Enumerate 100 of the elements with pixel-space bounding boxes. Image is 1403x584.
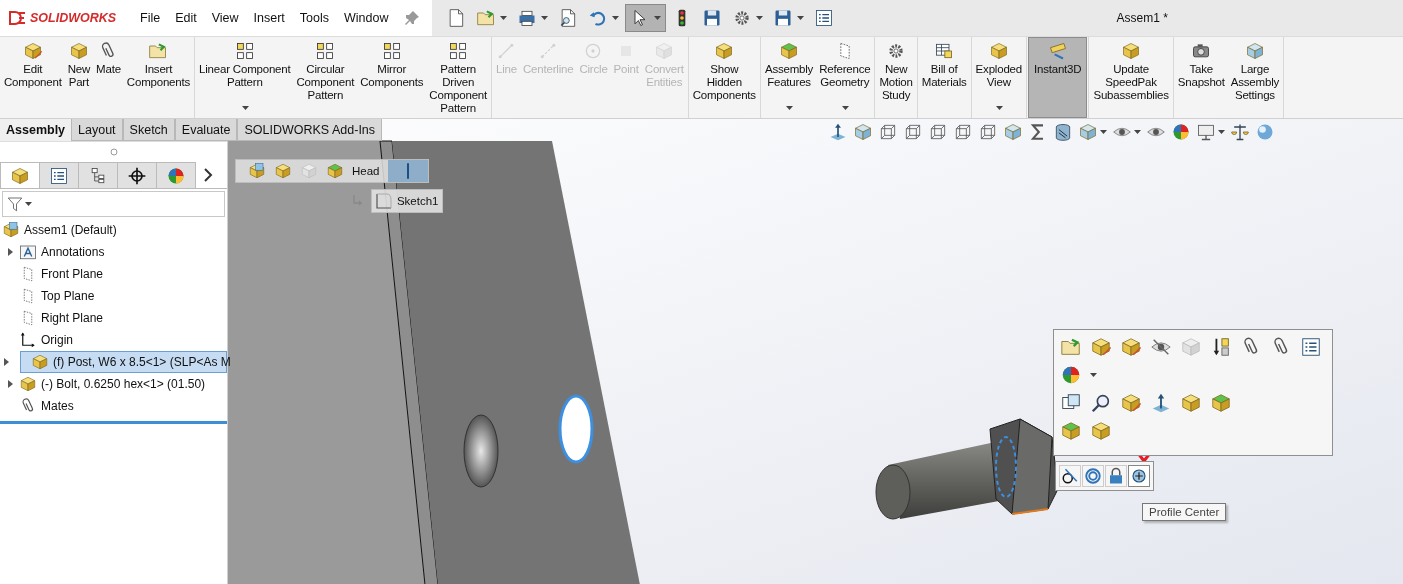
menu-item[interactable]: Edit — [175, 11, 197, 25]
assembly-icon[interactable] — [248, 162, 266, 180]
tree-item[interactable]: Mates — [41, 399, 74, 413]
command-tab[interactable]: Layout — [71, 119, 123, 141]
ribbon-button[interactable]: Insert Components — [123, 37, 194, 118]
dim-xpert-tab[interactable] — [117, 162, 157, 188]
ribbon-button[interactable]: Bill of Materials — [918, 37, 970, 118]
display-manager-tab[interactable] — [156, 162, 196, 188]
view-cube-icon[interactable] — [1003, 122, 1023, 142]
list-icon — [813, 8, 834, 28]
part-face-icon[interactable] — [1060, 420, 1082, 442]
window-title: Assem1 * — [881, 0, 1403, 36]
command-tab[interactable]: Assembly — [0, 119, 72, 141]
tree-item[interactable]: Annotations — [41, 245, 105, 259]
view-cube-icon[interactable] — [1078, 122, 1098, 142]
dropdown-caret-icon — [241, 106, 249, 110]
ribbon-button[interactable]: Circular Component Pattern — [293, 37, 358, 118]
folder-icon[interactable] — [1060, 336, 1082, 358]
tree-item[interactable]: Front Plane — [41, 267, 104, 281]
wireframe-cube-icon[interactable] — [903, 122, 923, 142]
edit-part-icon[interactable] — [1090, 336, 1112, 358]
search-icon[interactable] — [1090, 392, 1112, 414]
pattern-icon — [315, 41, 336, 61]
assembly-icon — [2, 221, 20, 239]
lock-button[interactable] — [1105, 465, 1127, 487]
arrow-icon[interactable] — [1150, 392, 1172, 414]
tree-item[interactable]: (-) Bolt, 0.6250 hex<1> (01.50) — [41, 377, 206, 391]
ribbon-button[interactable]: Pattern Driven Component Pattern — [426, 37, 490, 118]
menu-item[interactable]: Tools — [299, 11, 330, 25]
wireframe-cube-icon[interactable] — [953, 122, 973, 142]
feature-manager-tab[interactable] — [0, 162, 40, 188]
ribbon-button[interactable]: Mirror Components — [357, 37, 427, 118]
breadcrumb-item[interactable] — [387, 160, 428, 182]
part-icon[interactable] — [274, 162, 292, 180]
ribbon-button[interactable]: Assembly Features — [761, 37, 817, 118]
part-face-icon[interactable] — [1210, 392, 1232, 414]
part-icon — [31, 353, 49, 371]
tree-item[interactable]: Top Plane — [41, 289, 95, 303]
command-tab[interactable]: Evaluate — [174, 119, 238, 141]
list-icon[interactable] — [1300, 336, 1322, 358]
command-tab[interactable]: Sketch — [122, 119, 175, 141]
concentric-button[interactable] — [1082, 465, 1104, 487]
color-wheel-icon[interactable] — [1171, 122, 1191, 142]
ribbon-button[interactable]: Show Hidden Components — [689, 37, 759, 118]
ribbon-button[interactable]: Take Snapshot — [1174, 37, 1228, 118]
edit-part-icon[interactable] — [1120, 392, 1142, 414]
breadcrumb-item[interactable]: Head — [352, 165, 380, 177]
ribbon-button[interactable]: Edit Component — [1, 37, 65, 118]
pin-icon[interactable] — [403, 10, 420, 26]
part-icon[interactable] — [1090, 420, 1112, 442]
part-icon — [1121, 41, 1142, 61]
menu-item[interactable]: View — [211, 11, 239, 25]
ribbon-button[interactable]: New Part — [64, 37, 94, 118]
caret-icon — [1090, 373, 1097, 377]
pattern-icon — [381, 41, 402, 61]
tree-item[interactable]: Origin — [41, 333, 73, 347]
view-cube-icon[interactable] — [853, 122, 873, 142]
tree-item[interactable]: Right Plane — [41, 311, 104, 325]
lock-icon — [1107, 467, 1125, 485]
profile-center-button[interactable] — [1128, 465, 1150, 487]
table-icon — [934, 41, 955, 61]
color-wheel-icon[interactable] — [1060, 364, 1082, 386]
command-tab[interactable]: SOLIDWORKS Add-Ins — [237, 119, 383, 141]
expand-arrow-icon[interactable] — [2, 358, 10, 366]
section-icon[interactable] — [1053, 122, 1073, 142]
menu-item[interactable]: Window — [344, 11, 389, 25]
wireframe-cube-icon[interactable] — [928, 122, 948, 142]
expand-arrow-icon[interactable] — [6, 248, 14, 256]
dropdown-caret-icon — [841, 106, 849, 110]
select-button[interactable] — [624, 4, 666, 32]
part-icon — [19, 375, 37, 393]
tree-item[interactable]: Assem1 (Default) — [24, 223, 117, 237]
filter-field[interactable] — [2, 191, 225, 217]
tangent-button[interactable] — [1059, 465, 1081, 487]
breadcrumb-item[interactable]: Sketch1 — [370, 189, 443, 213]
origin-icon — [19, 331, 37, 349]
ribbon-button[interactable]: Large Assembly Settings — [1227, 37, 1283, 118]
scale-icon[interactable] — [1230, 122, 1250, 142]
ribbon-button[interactable]: New Motion Study — [876, 37, 916, 118]
ribbon-button[interactable]: Linear Component Pattern — [196, 37, 294, 118]
ribbon-button[interactable]: Instant3D — [1027, 37, 1088, 118]
splitter-handle-icon[interactable] — [109, 148, 118, 156]
ribbon-button[interactable]: Exploded View — [972, 37, 1025, 118]
configuration-manager-tab[interactable] — [78, 162, 118, 188]
ribbon-button[interactable]: Update SpeedPak Subassemblies — [1090, 37, 1172, 118]
edit-part-icon[interactable] — [1120, 336, 1142, 358]
sphere-icon[interactable] — [1255, 122, 1275, 142]
property-manager-tab[interactable] — [39, 162, 79, 188]
ribbon-button[interactable]: Mate — [93, 37, 124, 118]
menu-item[interactable]: Insert — [253, 11, 285, 25]
wireframe-cube-icon[interactable] — [978, 122, 998, 142]
expand-arrow-icon[interactable] — [6, 380, 14, 388]
feature-icon[interactable] — [326, 162, 344, 180]
menu-item[interactable]: File — [140, 11, 161, 25]
caret-icon — [755, 16, 763, 20]
monitor-icon[interactable] — [1196, 122, 1216, 142]
chevron-right-icon[interactable] — [203, 168, 213, 182]
part-icon[interactable] — [1180, 392, 1202, 414]
ribbon-button[interactable]: Reference Geometry — [816, 37, 874, 118]
wireframe-cube-icon[interactable] — [878, 122, 898, 142]
